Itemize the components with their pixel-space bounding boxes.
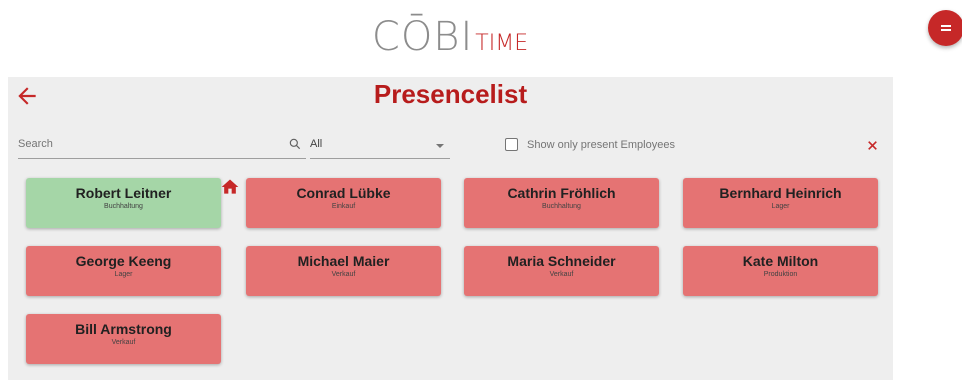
- employee-card[interactable]: Bill Armstrong Verkauf: [26, 314, 221, 364]
- employee-card[interactable]: George Keeng Lager: [26, 246, 221, 296]
- close-icon[interactable]: [866, 139, 879, 152]
- department-select-value: All: [310, 138, 323, 150]
- employee-department: Verkauf: [331, 271, 356, 278]
- department-select[interactable]: All: [310, 134, 450, 159]
- employee-card[interactable]: Cathrin Fröhlich Buchhaltung: [464, 178, 659, 228]
- employee-name: Conrad Lübke: [296, 185, 391, 201]
- employee-department: Einkauf: [331, 203, 356, 210]
- employee-department: Buchhaltung: [104, 203, 143, 210]
- present-only-checkbox[interactable]: Show only present Employees: [505, 138, 675, 151]
- employee-department: Verkauf: [549, 271, 574, 278]
- home-icon: [221, 179, 239, 194]
- employee-card[interactable]: Robert Leitner Buchhaltung: [26, 178, 221, 228]
- present-only-label: Show only present Employees: [527, 138, 675, 151]
- employee-name: Robert Leitner: [75, 185, 172, 201]
- employee-card[interactable]: Conrad Lübke Einkauf: [246, 178, 441, 228]
- logo-cobi: CŌBI: [371, 14, 474, 60]
- search-icon[interactable]: [288, 137, 302, 151]
- employee-department: Produktion: [763, 271, 798, 278]
- page-title: Presencelist: [373, 79, 528, 109]
- presence-panel: Presencelist Search All Show only presen…: [8, 77, 893, 380]
- search-placeholder: Search: [18, 138, 53, 150]
- checkbox-box[interactable]: [505, 138, 518, 151]
- employee-name: Cathrin Fröhlich: [507, 185, 616, 201]
- chevron-down-icon: [436, 144, 444, 148]
- logo-time: TIME: [475, 31, 529, 56]
- employee-card[interactable]: Michael Maier Verkauf: [246, 246, 441, 296]
- employee-department: Buchhaltung: [542, 203, 581, 210]
- employee-department: Verkauf: [111, 339, 136, 346]
- employee-name: Maria Schneider: [507, 253, 616, 269]
- search-input[interactable]: Search: [18, 134, 306, 159]
- employee-department: Lager: [114, 271, 133, 278]
- menu-button[interactable]: [928, 10, 962, 46]
- employee-name: Bill Armstrong: [75, 321, 172, 337]
- employee-name: Bernhard Heinrich: [719, 185, 842, 201]
- employee-card[interactable]: Maria Schneider Verkauf: [464, 246, 659, 296]
- menu-icon: [941, 25, 951, 31]
- employee-name: Kate Milton: [742, 253, 819, 269]
- employee-department: Lager: [771, 203, 790, 210]
- employee-name: George Keeng: [75, 253, 172, 269]
- employee-name: Michael Maier: [297, 253, 390, 269]
- employee-card[interactable]: Kate Milton Produktion: [683, 246, 878, 296]
- employee-card[interactable]: Bernhard Heinrich Lager: [683, 178, 878, 228]
- app-logo: CŌBITIME: [0, 14, 900, 60]
